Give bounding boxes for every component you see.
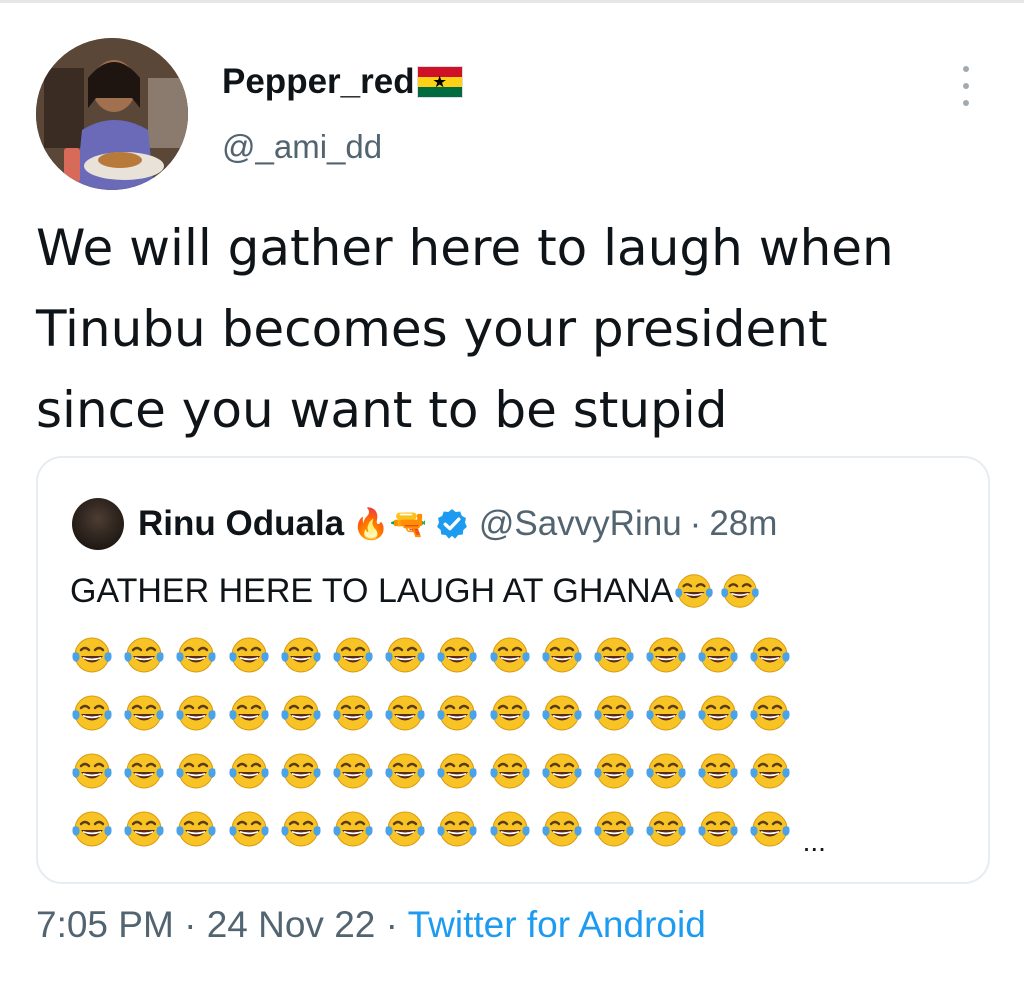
face-with-tears-of-joy-icon [228,753,269,789]
inline-laugh-emojis [673,570,765,612]
face-with-tears-of-joy-icon [646,637,686,673]
face-with-tears-of-joy-icon [675,574,714,608]
quoted-tweet-text: GATHER HERE TO LAUGH AT GHANA [70,570,765,612]
face-with-tears-of-joy-icon [333,811,373,847]
tweet-line: Tinubu becomes your president [36,300,828,358]
tweet-footer: 7:05 PM · 24 Nov 22 · Twitter for Androi… [36,904,706,946]
face-with-tears-of-joy-icon [176,695,216,731]
ghana-flag-icon: ★ [416,66,463,98]
fire-and-pistol-emoji-icon: 🔥🔫 [352,506,427,542]
emoji-row: ... [70,800,826,858]
avatar-photo [36,38,188,190]
face-with-tears-of-joy-icon [594,695,634,731]
face-with-tears-of-joy-icon [698,753,738,789]
quoted-author-name[interactable]: Rinu Oduala [138,504,344,544]
separator-dot: · [385,904,398,945]
face-with-tears-of-joy-icon [750,695,791,731]
tweet-text: We will gather here to laugh when Tinubu… [36,208,996,451]
emoji-row [70,742,826,800]
face-with-tears-of-joy-icon [542,753,582,789]
face-with-tears-of-joy-icon [489,637,530,673]
emoji-row [70,626,826,684]
quoted-tweet-header: Rinu Oduala 🔥🔫 @SavvyRinu · 28m [72,498,777,550]
face-with-tears-of-joy-icon [437,811,477,847]
face-with-tears-of-joy-icon [228,637,269,673]
face-with-tears-of-joy-icon [176,753,216,789]
quoted-text-content: GATHER HERE TO LAUGH AT GHANA [70,571,674,610]
face-with-tears-of-joy-icon [124,695,164,731]
verified-badge-icon [436,509,467,539]
face-with-tears-of-joy-icon [698,695,738,731]
face-with-tears-of-joy-icon [437,753,477,789]
face-with-tears-of-joy-icon [385,695,425,731]
quoted-author-avatar[interactable] [72,498,124,550]
face-with-tears-of-joy-icon [385,753,425,789]
face-with-tears-of-joy-icon [333,753,373,789]
face-with-tears-of-joy-icon [542,695,582,731]
separator-dot: · [184,904,197,945]
face-with-tears-of-joy-icon [750,637,791,673]
face-with-tears-of-joy-icon [437,637,477,673]
truncation-ellipsis: ... [802,826,826,857]
face-with-tears-of-joy-icon [176,811,216,847]
face-with-tears-of-joy-icon [385,637,425,673]
tweet-line: since you want to be stupid [36,381,728,439]
author-name-text: Pepper_red [222,62,415,101]
face-with-tears-of-joy-icon [542,637,582,673]
author-display-name[interactable]: Pepper_red ★ [222,62,463,102]
face-with-tears-of-joy-icon [698,811,738,847]
laugh-emoji-grid: ... [70,626,826,858]
quoted-author-handle[interactable]: @SavvyRinu [479,504,682,544]
tweet-line: We will gather here to laugh when [36,219,894,277]
author-avatar[interactable] [36,38,188,190]
tweet-time[interactable]: 7:05 PM [36,904,174,945]
face-with-tears-of-joy-icon [594,753,634,789]
tweet-date[interactable]: 24 Nov 22 [207,904,376,945]
face-with-tears-of-joy-icon [698,637,738,673]
separator-dot: · [689,504,702,543]
more-options-icon[interactable] [958,66,974,106]
quoted-tweet-time[interactable]: 28m [709,504,777,544]
face-with-tears-of-joy-icon [281,695,321,731]
tweet-source-link[interactable]: Twitter for Android [408,904,706,945]
face-with-tears-of-joy-icon [750,753,791,789]
face-with-tears-of-joy-icon [281,811,321,847]
face-with-tears-of-joy-icon [72,811,112,847]
face-with-tears-of-joy-icon [489,753,530,789]
face-with-tears-of-joy-icon [594,811,634,847]
author-handle[interactable]: @_ami_dd [222,128,382,166]
face-with-tears-of-joy-icon [750,811,791,847]
face-with-tears-of-joy-icon [333,637,373,673]
quoted-tweet-card[interactable]: Rinu Oduala 🔥🔫 @SavvyRinu · 28m GATHER H… [36,456,990,884]
face-with-tears-of-joy-icon [72,637,112,673]
face-with-tears-of-joy-icon [437,695,477,731]
face-with-tears-of-joy-icon [333,695,373,731]
top-divider [0,0,1024,3]
face-with-tears-of-joy-icon [721,574,760,608]
face-with-tears-of-joy-icon [124,811,164,847]
face-with-tears-of-joy-icon [72,695,112,731]
face-with-tears-of-joy-icon [281,753,321,789]
face-with-tears-of-joy-icon [281,637,321,673]
face-with-tears-of-joy-icon [646,695,686,731]
face-with-tears-of-joy-icon [72,753,112,789]
emoji-row [70,684,826,742]
face-with-tears-of-joy-icon [489,811,530,847]
face-with-tears-of-joy-icon [124,753,164,789]
face-with-tears-of-joy-icon [594,637,634,673]
face-with-tears-of-joy-icon [176,637,216,673]
face-with-tears-of-joy-icon [542,811,582,847]
face-with-tears-of-joy-icon [228,811,269,847]
face-with-tears-of-joy-icon [228,695,269,731]
face-with-tears-of-joy-icon [489,695,530,731]
face-with-tears-of-joy-icon [646,753,686,789]
face-with-tears-of-joy-icon [646,811,686,847]
face-with-tears-of-joy-icon [124,637,164,673]
face-with-tears-of-joy-icon [385,811,425,847]
